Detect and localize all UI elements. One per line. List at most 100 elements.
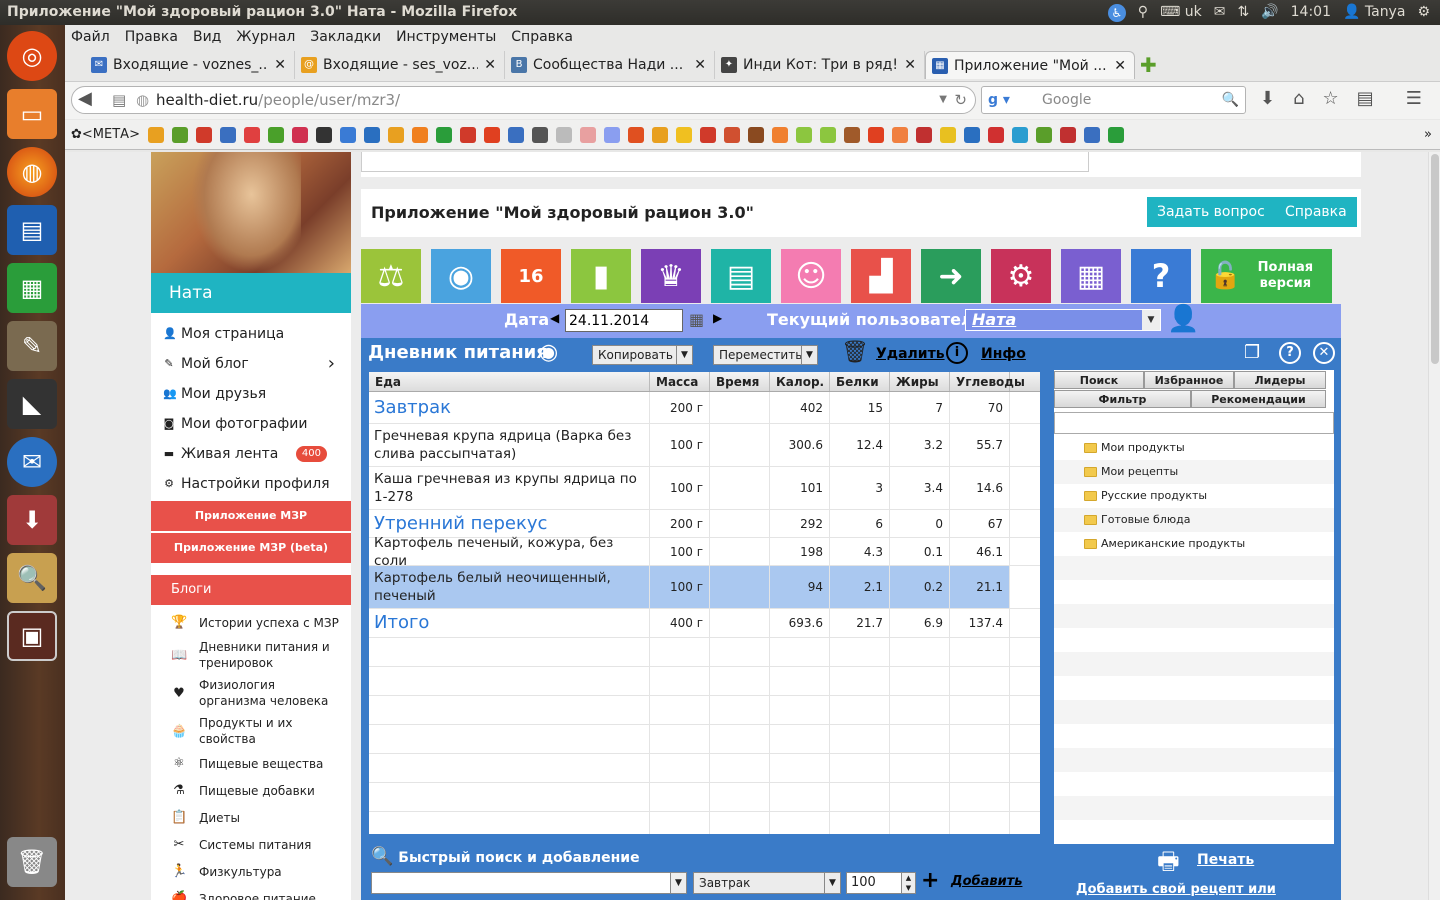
print-link[interactable]: Печать: [1197, 852, 1254, 868]
bookmark-favicon-icon[interactable]: [531, 126, 548, 143]
plate-tile[interactable]: ◉: [431, 249, 491, 303]
close-tab-icon[interactable]: ✕: [904, 52, 916, 78]
column-header[interactable]: Еда: [369, 372, 650, 391]
info-button[interactable]: Инфо: [981, 346, 1026, 362]
meal-select[interactable]: Завтрак ▼: [693, 872, 841, 894]
menu-view[interactable]: Вид: [193, 25, 228, 49]
firefox-icon[interactable]: ◍: [7, 147, 57, 197]
podium-tile[interactable]: ▟: [851, 249, 911, 303]
tree-folder[interactable]: Мои рецепты: [1054, 460, 1334, 484]
search-bar[interactable]: g ▾ Google 🔍: [981, 86, 1246, 114]
woman-tile[interactable]: ☺: [781, 249, 841, 303]
keyboard-icon[interactable]: ⌨ uk: [1160, 0, 1202, 25]
plus-icon[interactable]: +: [921, 868, 939, 893]
volume-icon[interactable]: 🔊: [1261, 0, 1278, 25]
calendar-icon[interactable]: ▦: [689, 310, 704, 329]
bookmark-favicon-icon[interactable]: [579, 126, 596, 143]
printer-icon[interactable]: 🖶: [1157, 844, 1180, 885]
app-mzr-beta-button[interactable]: Приложение МЗР (beta): [151, 533, 351, 563]
bookmark-favicon-icon[interactable]: [771, 126, 788, 143]
menu-tools[interactable]: Инструменты: [396, 25, 503, 49]
tab-3[interactable]: ✦ Инди Кот: Три в ряд! ✕: [715, 51, 925, 79]
tab-4[interactable]: ▦ Приложение "Мой ... ✕: [925, 51, 1135, 79]
chef-tile[interactable]: ♛: [641, 249, 701, 303]
user-profile-icon[interactable]: 👤: [1167, 304, 1199, 334]
table-row[interactable]: Итого 400 г 693.6 21.7 6.9 137.4: [369, 609, 1040, 638]
empty-table-row[interactable]: [369, 812, 1040, 834]
orca-icon[interactable]: ◣: [7, 379, 57, 429]
column-header[interactable]: Калор.: [770, 372, 830, 391]
menu-file[interactable]: Файл: [71, 25, 117, 49]
user-menu[interactable]: 👤 Tanya: [1343, 0, 1405, 25]
blog-item[interactable]: 🏆 Истории успеха с МЗР: [151, 609, 351, 636]
bookmark-favicon-icon[interactable]: [243, 126, 260, 143]
blog-item[interactable]: ⚛ Пищевые вещества: [151, 750, 351, 777]
blog-item[interactable]: 🏃 Физкультура: [151, 858, 351, 885]
prev-date-arrow-icon[interactable]: ◀: [550, 311, 559, 325]
bookmark-favicon-icon[interactable]: [363, 126, 380, 143]
arrow-tile[interactable]: ➜: [921, 249, 981, 303]
tab-0[interactable]: ✉ Входящие - voznes_... ✕: [85, 51, 295, 79]
profile-username[interactable]: Ната: [151, 273, 351, 313]
home-icon[interactable]: ⌂: [1293, 88, 1304, 109]
calculator-tile[interactable]: ▦: [1061, 249, 1121, 303]
workspace-icon[interactable]: ▣: [7, 611, 57, 661]
tree-folder[interactable]: Американские продукты: [1054, 532, 1334, 556]
bookmark-favicon-icon[interactable]: [171, 126, 188, 143]
bookmark-favicon-icon[interactable]: [147, 126, 164, 143]
bookmark-favicon-icon[interactable]: [291, 126, 308, 143]
tab-leaders[interactable]: Лидеры: [1234, 371, 1326, 389]
scrollbar-thumb[interactable]: [1431, 154, 1439, 364]
bookmark-favicon-icon[interactable]: [627, 126, 644, 143]
google-icon[interactable]: g ▾: [988, 87, 1010, 113]
tab-2[interactable]: B Сообщества Нади ... ✕: [505, 51, 715, 79]
identity-icon[interactable]: ▤: [112, 87, 126, 113]
bookmark-favicon-icon[interactable]: [843, 126, 860, 143]
oven-tile[interactable]: ▤: [711, 249, 771, 303]
bookmark-favicon-icon[interactable]: [891, 126, 908, 143]
hamburger-menu-icon[interactable]: ☰: [1406, 88, 1422, 109]
empty-table-row[interactable]: [369, 725, 1040, 754]
bookmark-favicon-icon[interactable]: [675, 126, 692, 143]
page-scrollbar[interactable]: [1428, 152, 1440, 900]
tab-favorites[interactable]: Избранное: [1144, 371, 1234, 389]
bookmark-favicon-icon[interactable]: [483, 126, 500, 143]
bookmark-meta[interactable]: ✿<МЕТА>: [71, 120, 140, 150]
sidebar-item-2[interactable]: 👥 Мои друзья: [151, 379, 351, 409]
add-recipe-link[interactable]: Добавить свой рецепт или продукт: [1076, 882, 1341, 900]
close-tab-icon[interactable]: ✕: [484, 52, 496, 78]
bookmarks-overflow-icon[interactable]: »: [1424, 120, 1432, 150]
bookmark-favicon-icon[interactable]: [555, 126, 572, 143]
bookmark-favicon-icon[interactable]: [459, 126, 476, 143]
bookmark-favicon-icon[interactable]: [435, 126, 452, 143]
table-row[interactable]: Завтрак 200 г 402 15 7 70: [369, 392, 1040, 424]
table-row[interactable]: Гречневая крупа ядрица (Варка без слива …: [369, 424, 1040, 467]
empty-table-row[interactable]: [369, 696, 1040, 725]
stepper-arrows-icon[interactable]: ▲ ▼: [901, 873, 915, 893]
bookmark-favicon-icon[interactable]: [603, 126, 620, 143]
blog-item[interactable]: 🍎 Здоровое питание: [151, 885, 351, 900]
viewer-icon[interactable]: 🔍: [7, 553, 57, 603]
bookmark-favicon-icon[interactable]: [339, 126, 356, 143]
installer-icon[interactable]: ⬇: [7, 495, 57, 545]
sidebar-item-3[interactable]: ◙ Мои фотографии: [151, 409, 351, 439]
blogs-header[interactable]: Блоги: [151, 575, 351, 605]
reload-icon[interactable]: ↻: [954, 87, 967, 113]
restore-window-icon[interactable]: ❐: [1244, 342, 1260, 363]
chart-tile[interactable]: ▮: [571, 249, 631, 303]
empty-table-row[interactable]: [369, 638, 1040, 667]
date-field[interactable]: 24.11.2014: [565, 309, 683, 332]
ask-question-button[interactable]: Задать вопрос: [1147, 197, 1275, 227]
bookmark-favicon-icon[interactable]: [819, 126, 836, 143]
writer-icon[interactable]: ▤: [7, 205, 57, 255]
help-button[interactable]: Справка: [1275, 197, 1357, 227]
blog-item[interactable]: ✂ Системы питания: [151, 831, 351, 858]
bookmark-favicon-icon[interactable]: [1083, 126, 1100, 143]
table-row[interactable]: Картофель белый неочищенный, печеный 100 …: [369, 566, 1040, 609]
scale-tile[interactable]: ⚖: [361, 249, 421, 303]
blog-item[interactable]: ⚗ Пищевые добавки: [151, 777, 351, 804]
bookmark-favicon-icon[interactable]: [411, 126, 428, 143]
delete-button[interactable]: Удалить: [876, 346, 945, 362]
thunderbird-icon[interactable]: ✉: [7, 437, 57, 487]
column-header[interactable]: Жиры: [890, 372, 950, 391]
